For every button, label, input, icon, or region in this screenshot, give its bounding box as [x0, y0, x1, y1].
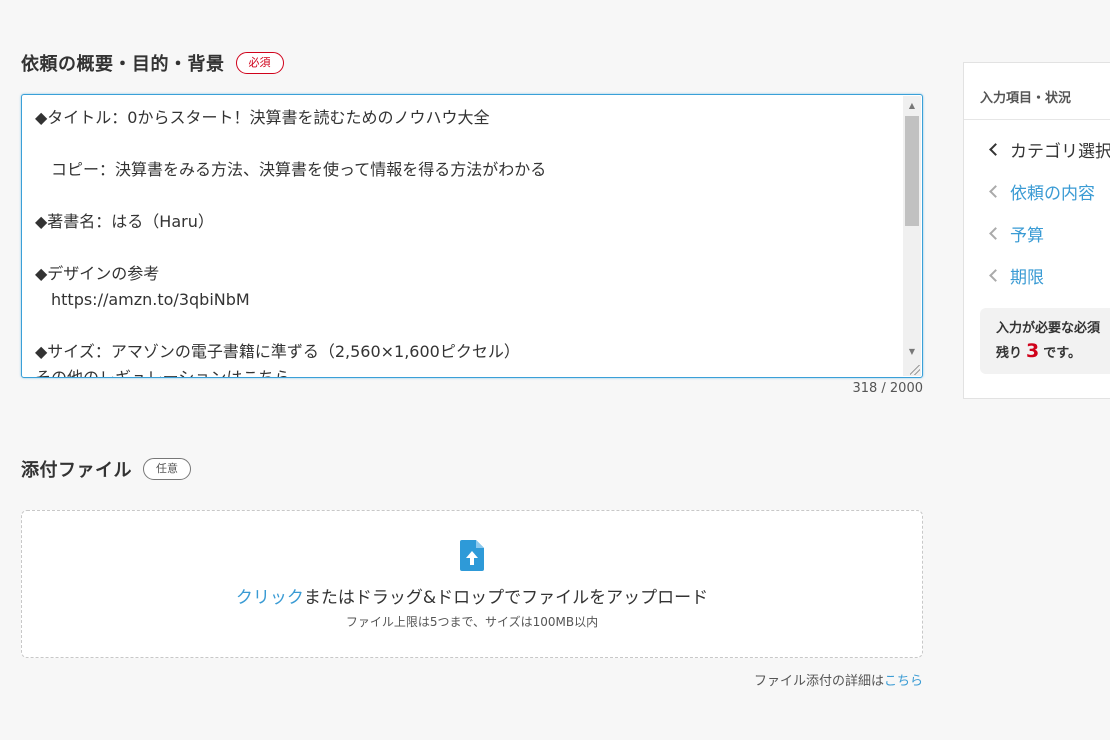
request-form-page: 依頼の概要・目的・背景 必須 ◆タイトル：0からスタート！決算書を読むためのノウ…: [0, 0, 1110, 740]
dropzone-instruction: またはドラッグ&ドロップでファイルをアップロード: [303, 588, 709, 608]
attachment-heading: 添付ファイル 任意: [21, 456, 191, 482]
side-item-label: 依頼の内容: [1010, 184, 1095, 204]
textarea-scrollbar[interactable]: ▲ ▼: [903, 96, 921, 376]
textarea-line: ◆タイトル：0からスタート！決算書を読むためのノウハウ大全: [35, 108, 490, 127]
textarea-line: [35, 313, 900, 339]
notice-line-1: 入力が必要な必須: [996, 321, 1101, 336]
request-textarea-content[interactable]: ◆タイトル：0からスタート！決算書を読むためのノウハウ大全コピー：決算書をみる方…: [35, 105, 900, 378]
textarea-line: ◆著書名：はる（Haru）: [35, 212, 214, 231]
request-heading: 依頼の概要・目的・背景 必須: [21, 50, 284, 76]
textarea-line: [35, 183, 900, 209]
scroll-thumb[interactable]: [905, 116, 919, 226]
textarea-line: コピー：決算書をみる方法、決算書を使って情報を得る方法がわかる: [51, 160, 547, 179]
char-count: 318 / 2000: [852, 381, 923, 396]
textarea-line: ◆デザインの参考: [35, 264, 160, 283]
textarea-line: [35, 131, 900, 157]
remaining-count: 3: [1026, 340, 1040, 362]
request-heading-text: 依頼の概要・目的・背景: [21, 54, 225, 75]
side-item-deadline[interactable]: 期限: [989, 263, 1044, 288]
side-item-budget[interactable]: 予算: [989, 221, 1044, 246]
scroll-down-arrow-icon[interactable]: ▼: [903, 342, 921, 360]
textarea-line: その他のレギュレーションはこちら: [35, 368, 291, 378]
notice-line-2: 残り 3 です。: [996, 340, 1110, 365]
chevron-left-icon: [989, 269, 1002, 282]
required-remaining-notice: 入力が必要な必須 残り 3 です。: [980, 308, 1110, 374]
side-item-category[interactable]: カテゴリ選択: [989, 137, 1110, 162]
side-item-label: カテゴリ選択: [1010, 142, 1110, 162]
click-upload-link[interactable]: クリック: [236, 588, 304, 608]
file-dropzone[interactable]: クリックまたはドラッグ&ドロップでファイルをアップロード ファイル上限は5つまで…: [21, 510, 923, 658]
attachment-heading-text: 添付ファイル: [21, 460, 132, 481]
side-item-label: 期限: [1010, 268, 1044, 288]
attachment-note: ファイル添付の詳細はこちら: [754, 670, 923, 689]
side-item-request-content[interactable]: 依頼の内容: [989, 179, 1095, 204]
dropzone-main-text: クリックまたはドラッグ&ドロップでファイルをアップロード: [22, 583, 922, 608]
textarea-line: https://amzn.to/3qbiNbM: [51, 290, 250, 309]
attachment-details-link[interactable]: こちら: [884, 674, 923, 689]
input-status-panel: 入力項目・状況 カテゴリ選択 依頼の内容 予算 期限 入力が必要な必須 残り 3 で…: [963, 62, 1110, 399]
chevron-left-icon: [989, 185, 1002, 198]
request-textarea[interactable]: ◆タイトル：0からスタート！決算書を読むためのノウハウ大全コピー：決算書をみる方…: [21, 94, 923, 378]
notice-remaining-suffix: です。: [1043, 346, 1081, 361]
side-panel-divider: [964, 119, 1110, 120]
textarea-line: ◆サイズ：アマゾンの電子書籍に準ずる（2,560×1,600ピクセル）: [35, 342, 520, 361]
optional-badge: 任意: [143, 458, 191, 480]
side-panel-title: 入力項目・状況: [980, 91, 1072, 106]
dropzone-limit-text: ファイル上限は5つまで、サイズは100MB以内: [345, 615, 599, 629]
textarea-line: [35, 235, 900, 261]
chevron-left-icon: [989, 143, 1002, 156]
notice-remaining-prefix: 残り: [996, 346, 1023, 361]
scroll-up-arrow-icon[interactable]: ▲: [903, 96, 921, 114]
required-badge: 必須: [235, 52, 284, 74]
attachment-note-text: ファイル添付の詳細は: [753, 674, 884, 689]
resize-grip-icon[interactable]: [910, 365, 920, 375]
side-item-label: 予算: [1010, 226, 1044, 246]
file-upload-icon[interactable]: [460, 540, 484, 575]
chevron-left-icon: [989, 227, 1002, 240]
